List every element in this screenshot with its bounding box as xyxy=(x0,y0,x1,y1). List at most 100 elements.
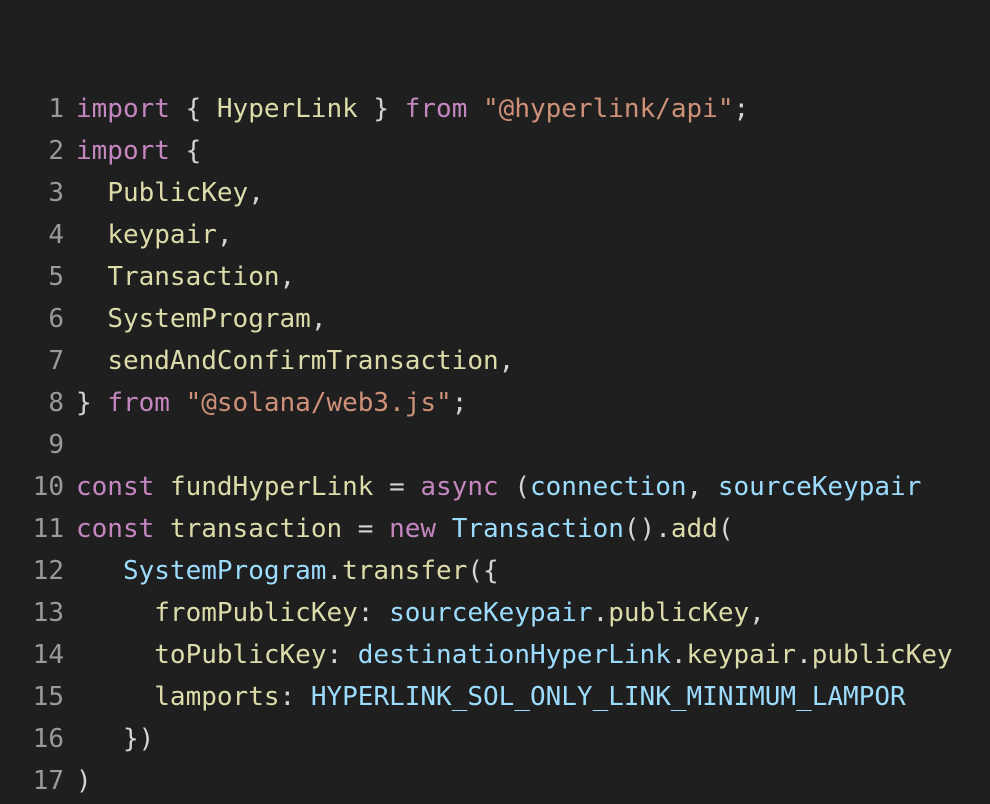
code-token: : xyxy=(279,682,311,712)
line-number: 5 xyxy=(48,262,64,292)
code-editor[interactable]: 1 import { HyperLink } from "@hyperlink/a… xyxy=(0,0,990,804)
line-text: sendAndConfirmTransaction, xyxy=(64,340,514,382)
line-text: SystemProgram, xyxy=(64,298,326,340)
line-number: 15 xyxy=(32,682,64,712)
line-text: Transaction, xyxy=(64,256,295,298)
line-number: 10 xyxy=(32,472,64,502)
line-text: PublicKey, xyxy=(64,172,264,214)
code-token: (). xyxy=(623,514,671,544)
code-line[interactable]: 9 xyxy=(0,424,990,466)
code-line[interactable]: 5 Transaction, xyxy=(0,256,990,298)
code-token: from xyxy=(404,94,468,124)
code-token: destinationHyperLink xyxy=(357,640,671,670)
code-line[interactable]: 7 sendAndConfirmTransaction, xyxy=(0,340,990,382)
code-token: = xyxy=(373,472,421,502)
code-line[interactable]: 11 const transaction = new Transaction().… xyxy=(0,508,990,550)
line-text: } from "@solana/web3.js"; xyxy=(64,382,467,424)
line-text: }) xyxy=(64,718,154,760)
line-text: import { xyxy=(64,130,201,172)
code-token: ; xyxy=(451,388,468,418)
line-text: ) xyxy=(64,760,92,802)
line-number: 17 xyxy=(32,766,64,796)
code-token: import xyxy=(76,136,170,166)
code-token: Transaction xyxy=(451,514,624,544)
code-token: { xyxy=(169,136,202,166)
code-token: , xyxy=(216,220,233,250)
code-token: Transaction xyxy=(107,262,280,292)
line-text: SystemProgram.transfer({ xyxy=(64,550,499,592)
line-number: 8 xyxy=(48,388,64,418)
line-text: const transaction = new Transaction().ad… xyxy=(64,508,734,550)
code-token: SystemProgram xyxy=(107,304,311,334)
code-token: } xyxy=(357,94,405,124)
code-token: publicKey xyxy=(811,640,953,670)
code-line[interactable]: 1 import { HyperLink } from "@hyperlink/a… xyxy=(0,88,990,130)
code-token: , xyxy=(498,346,515,376)
code-token: keypair xyxy=(686,640,797,670)
code-line[interactable]: 2 import { xyxy=(0,130,990,172)
code-line[interactable]: 8} from "@solana/web3.js"; xyxy=(0,382,990,424)
code-line[interactable]: 16 }) xyxy=(0,718,990,760)
code-token: ) xyxy=(76,766,92,796)
line-number: 9 xyxy=(48,430,64,460)
code-token: : xyxy=(357,598,390,628)
code-token: } xyxy=(76,388,108,418)
code-line[interactable]: 3 PublicKey, xyxy=(0,172,990,214)
code-token: }) xyxy=(76,724,155,754)
code-line[interactable]: 4 keypair, xyxy=(0,214,990,256)
code-token: async xyxy=(420,472,499,502)
code-line[interactable]: 15 lamports: HYPERLINK_SOL_ONLY_LINK_MIN… xyxy=(0,676,990,718)
code-token: lamports xyxy=(154,682,280,712)
code-token: . xyxy=(670,640,687,670)
code-token: , xyxy=(749,598,765,628)
code-line[interactable]: 12 SystemProgram.transfer({ xyxy=(0,550,990,592)
code-token: ; xyxy=(733,94,750,124)
code-token: { xyxy=(169,94,217,124)
code-token: , xyxy=(279,262,296,292)
code-token: HYPERLINK_SOL_ONLY_LINK_MINIMUM_LAMPOR xyxy=(310,682,906,712)
line-number: 3 xyxy=(48,178,64,208)
code-token: "@hyperlink/api" xyxy=(483,94,734,124)
code-line[interactable]: 6 SystemProgram, xyxy=(0,298,990,340)
code-line[interactable]: 17) xyxy=(0,760,990,802)
code-token: sourceKeypair xyxy=(389,598,593,628)
code-token: fundHyperLink xyxy=(169,472,374,502)
code-token: "@solana/web3.js" xyxy=(185,388,452,418)
line-number: 11 xyxy=(32,514,64,544)
code-token: connection xyxy=(530,472,687,502)
line-number: 16 xyxy=(32,724,64,754)
code-token: . xyxy=(796,640,812,670)
code-token: PublicKey xyxy=(107,178,249,208)
code-token: , xyxy=(248,178,264,208)
code-line[interactable]: 10 const fundHyperLink = async (connectio… xyxy=(0,466,990,508)
line-number: 7 xyxy=(48,346,64,376)
code-token: add xyxy=(670,514,718,544)
code-token: , xyxy=(310,304,327,334)
code-token: = xyxy=(342,514,390,544)
code-line[interactable]: 14 toPublicKey: destinationHyperLink.key… xyxy=(0,634,990,676)
code-line[interactable]: 13 fromPublicKey: sourceKeypair.publicKe… xyxy=(0,592,990,634)
code-token: , xyxy=(686,472,718,502)
line-text: fromPublicKey: sourceKeypair.publicKey, xyxy=(64,592,765,634)
code-token: ( xyxy=(498,472,530,502)
code-token: keypair xyxy=(107,220,217,250)
line-number: 14 xyxy=(32,640,64,670)
code-token: SystemProgram xyxy=(122,556,327,586)
code-token: sourceKeypair xyxy=(717,472,922,502)
code-token: transfer xyxy=(342,556,468,586)
line-text: keypair, xyxy=(64,214,233,256)
code-token: ({ xyxy=(467,556,499,586)
code-area[interactable]: 1 import { HyperLink } from "@hyperlink/a… xyxy=(0,88,990,802)
code-token: from xyxy=(107,388,170,418)
